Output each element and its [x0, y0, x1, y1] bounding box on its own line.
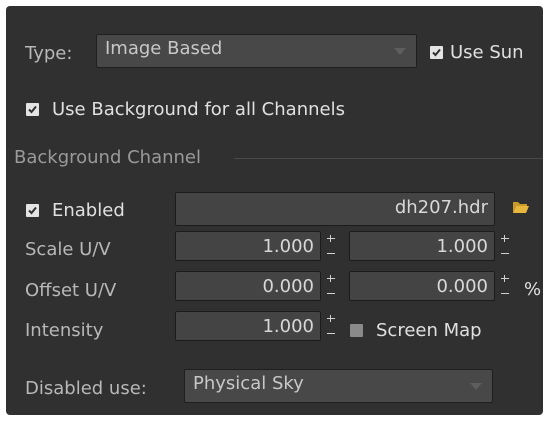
- scale-u-spinner[interactable]: [325, 232, 337, 260]
- environment-panel: Type: Image Based Use Sun Use Background…: [6, 6, 543, 415]
- section-title: Background Channel: [14, 147, 202, 168]
- intensity-label: Intensity: [25, 320, 104, 341]
- offset-u-value: 0.000: [262, 276, 314, 297]
- enabled-label: Enabled: [52, 200, 125, 221]
- intensity-spinner[interactable]: [325, 312, 337, 340]
- offset-unit-label: %: [524, 279, 542, 300]
- folder-icon[interactable]: [512, 200, 530, 215]
- chevron-down-icon: [394, 48, 406, 55]
- checkmark-icon: [28, 206, 37, 215]
- checkmark-icon: [432, 48, 441, 57]
- type-label: Type:: [25, 43, 73, 64]
- scale-v-spinner[interactable]: [499, 232, 511, 260]
- type-dropdown-value: Image Based: [105, 38, 223, 59]
- checkmark-icon: [28, 105, 37, 114]
- enabled-checkbox[interactable]: [26, 204, 39, 217]
- disabled-use-value: Physical Sky: [193, 373, 304, 394]
- scale-label: Scale U/V: [25, 239, 111, 260]
- file-path-value: dh207.hdr: [394, 197, 488, 218]
- offset-u-field[interactable]: 0.000: [175, 271, 321, 301]
- use-sun-label: Use Sun: [450, 42, 524, 63]
- type-dropdown[interactable]: Image Based: [96, 34, 417, 68]
- intensity-value: 1.000: [262, 316, 314, 337]
- offset-v-value: 0.000: [436, 276, 488, 297]
- use-sun-checkbox[interactable]: [430, 46, 443, 59]
- scale-u-value: 1.000: [262, 236, 314, 257]
- screen-map-checkbox[interactable]: [350, 324, 363, 337]
- section-divider: [234, 158, 543, 159]
- offset-v-field[interactable]: 0.000: [349, 271, 495, 301]
- intensity-field[interactable]: 1.000: [175, 311, 321, 341]
- screen-map-label: Screen Map: [376, 320, 482, 341]
- use-background-all-label: Use Background for all Channels: [52, 99, 345, 120]
- offset-v-spinner[interactable]: [499, 272, 511, 300]
- use-background-all-checkbox[interactable]: [26, 103, 39, 116]
- offset-label: Offset U/V: [25, 280, 117, 301]
- scale-v-value: 1.000: [436, 236, 488, 257]
- disabled-use-dropdown[interactable]: Physical Sky: [184, 369, 493, 403]
- scale-v-field[interactable]: 1.000: [349, 231, 495, 261]
- scale-u-field[interactable]: 1.000: [175, 231, 321, 261]
- file-path-field[interactable]: dh207.hdr: [175, 192, 495, 226]
- offset-u-spinner[interactable]: [325, 272, 337, 300]
- disabled-use-label: Disabled use:: [25, 378, 147, 399]
- chevron-down-icon: [470, 383, 482, 390]
